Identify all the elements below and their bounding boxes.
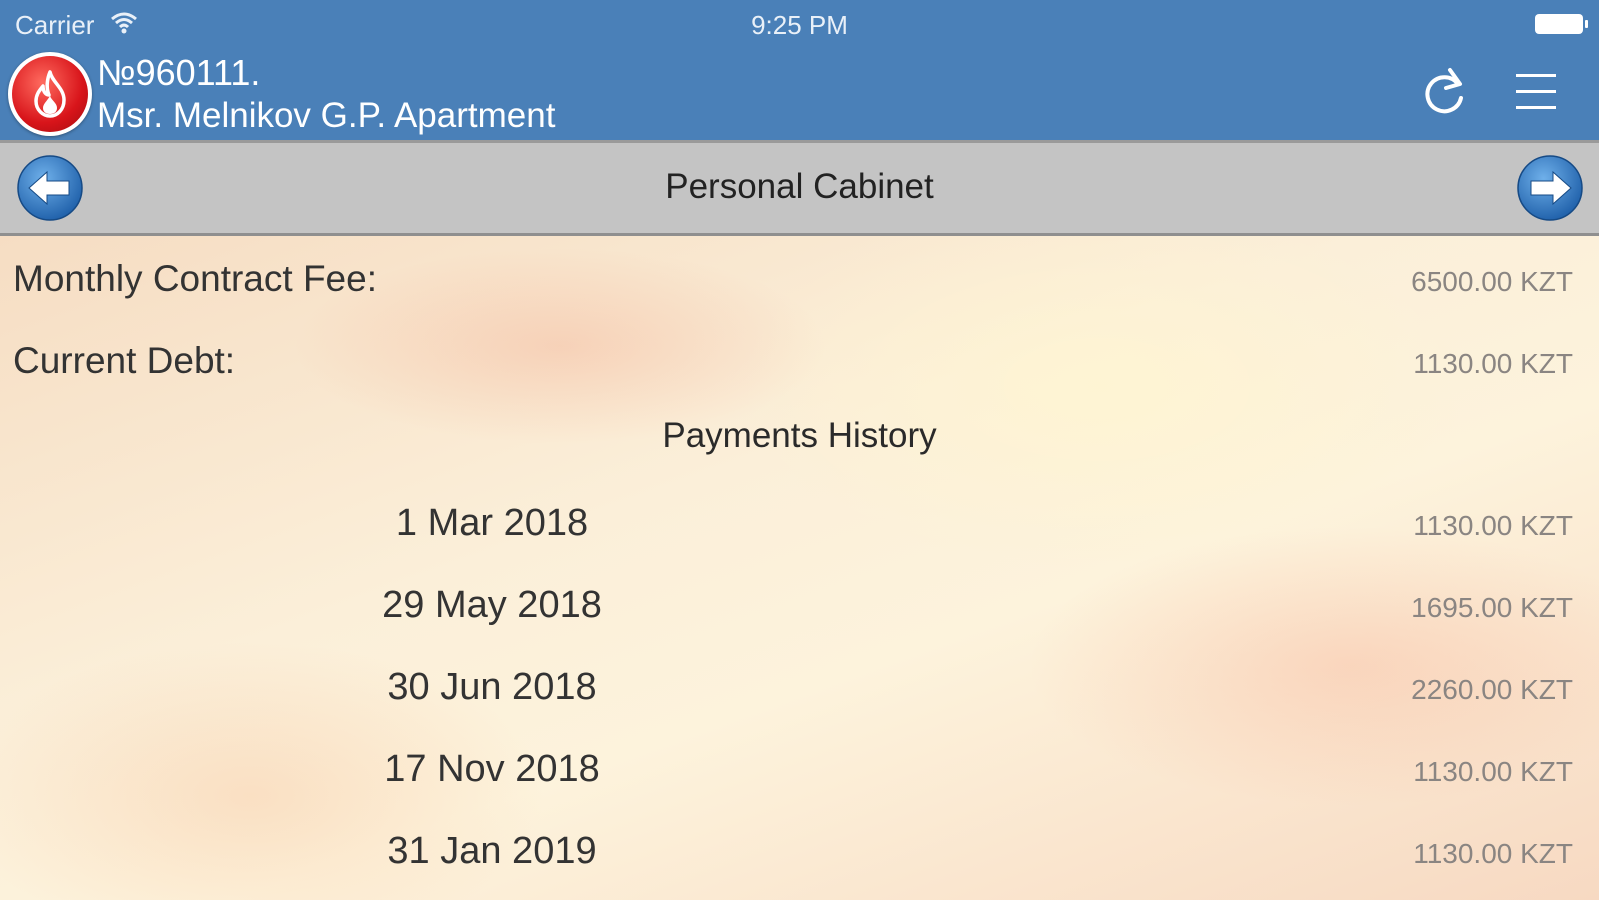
status-bar: Carrier 9:25 PM xyxy=(0,0,1599,50)
payment-row: 29 May 2018 1695.00 KZT xyxy=(0,576,1599,636)
account-name: Msr. Melnikov G.P. Apartment xyxy=(97,96,556,135)
menu-button[interactable] xyxy=(1512,66,1562,120)
payment-row: 30 Jun 2018 2260.00 KZT xyxy=(0,658,1599,718)
current-debt-row: Current Debt: 1130.00 KZT xyxy=(0,332,1599,392)
payment-date: 31 Jan 2019 xyxy=(387,830,597,872)
monthly-fee-row: Monthly Contract Fee: 6500.00 KZT xyxy=(0,250,1599,310)
account-number: №960111. xyxy=(97,52,261,93)
payment-date: 29 May 2018 xyxy=(382,584,602,626)
app-header: №960111. Msr. Melnikov G.P. Apartment xyxy=(0,50,1599,140)
current-debt-value: 1130.00 KZT xyxy=(1413,348,1573,379)
payment-row: 17 Nov 2018 1130.00 KZT xyxy=(0,740,1599,800)
payment-amount: 1130.00 KZT xyxy=(1413,510,1573,541)
payment-amount: 2260.00 KZT xyxy=(1411,674,1573,705)
payment-amount: 1130.00 KZT xyxy=(1413,838,1573,869)
nav-bar: Personal Cabinet xyxy=(0,140,1599,236)
payment-row: 1 Mar 2018 1130.00 KZT xyxy=(0,494,1599,554)
payment-amount: 1130.00 KZT xyxy=(1413,756,1573,787)
payment-date: 17 Nov 2018 xyxy=(384,748,600,790)
monthly-fee-label: Monthly Contract Fee: xyxy=(13,258,377,299)
next-button[interactable] xyxy=(1515,153,1585,223)
status-time: 9:25 PM xyxy=(751,10,848,40)
content-area: Monthly Contract Fee: 6500.00 KZT Curren… xyxy=(0,236,1599,900)
payments-history-title: Payments History xyxy=(662,416,937,455)
monthly-fee-value: 6500.00 KZT xyxy=(1411,266,1573,297)
flame-logo-icon xyxy=(8,52,92,136)
battery-icon xyxy=(1535,14,1588,34)
refresh-icon xyxy=(1425,68,1463,114)
menu-icon xyxy=(1516,74,1556,109)
refresh-button[interactable] xyxy=(1418,62,1470,122)
page-title: Personal Cabinet xyxy=(665,167,934,206)
arrow-right-icon xyxy=(1517,155,1583,221)
current-debt-label: Current Debt: xyxy=(13,340,236,381)
payment-date: 30 Jun 2018 xyxy=(387,666,597,708)
payment-date: 1 Mar 2018 xyxy=(395,502,589,544)
payment-amount: 1695.00 KZT xyxy=(1411,592,1573,623)
payment-row: 31 Jan 2019 1130.00 KZT xyxy=(0,822,1599,882)
